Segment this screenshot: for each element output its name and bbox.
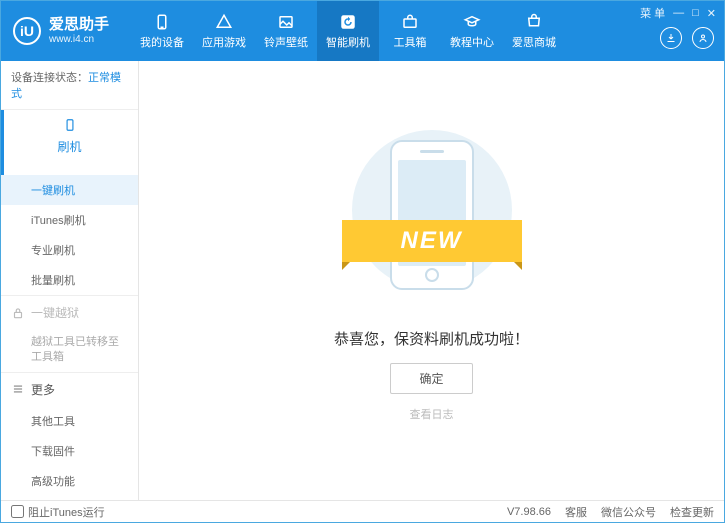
section-label: 一键越狱 bbox=[31, 304, 79, 321]
status-bar: 阻止iTunes运行 V7.98.66 客服 微信公众号 检查更新 bbox=[1, 500, 724, 522]
nav-tutorials[interactable]: 教程中心 bbox=[441, 1, 503, 61]
nav-toolbox[interactable]: 工具箱 bbox=[379, 1, 441, 61]
ok-button[interactable]: 确定 bbox=[390, 363, 472, 394]
nav-label: 我的设备 bbox=[140, 34, 184, 50]
sidebar-item-oneclick-flash[interactable]: 一键刷机 bbox=[1, 175, 138, 205]
sidebar-item-itunes-flash[interactable]: iTunes刷机 bbox=[1, 205, 138, 235]
phone-outline-icon bbox=[63, 118, 77, 132]
apps-icon bbox=[215, 13, 233, 31]
sidebar-item-batch-flash[interactable]: 批量刷机 bbox=[1, 265, 138, 295]
list-icon bbox=[11, 382, 25, 396]
sidebar-section-jailbreak[interactable]: 一键越狱 bbox=[1, 296, 138, 329]
nav-label: 教程中心 bbox=[450, 34, 494, 50]
jailbreak-note: 越狱工具已转移至工具箱 bbox=[1, 329, 138, 372]
support-link[interactable]: 客服 bbox=[565, 504, 587, 520]
sidebar-item-pro-flash[interactable]: 专业刷机 bbox=[1, 235, 138, 265]
success-illustration: NEW bbox=[352, 120, 512, 310]
checkbox-label: 阻止iTunes运行 bbox=[28, 504, 105, 520]
user-button[interactable] bbox=[692, 27, 714, 49]
section-label: 更多 bbox=[31, 381, 55, 398]
connection-status: 设备连接状态：正常模式 bbox=[1, 61, 138, 109]
header-actions bbox=[660, 27, 714, 49]
toolbox-icon bbox=[401, 13, 419, 31]
nav-label: 应用游戏 bbox=[202, 34, 246, 50]
check-update-link[interactable]: 检查更新 bbox=[670, 504, 714, 520]
nav-label: 智能刷机 bbox=[326, 34, 370, 50]
version-label: V7.98.66 bbox=[507, 506, 551, 518]
download-button[interactable] bbox=[660, 27, 682, 49]
logo-area: iU 爱思助手 www.i4.cn bbox=[1, 16, 121, 46]
wechat-link[interactable]: 微信公众号 bbox=[601, 504, 656, 520]
nav-label: 工具箱 bbox=[394, 34, 427, 50]
block-itunes-input[interactable] bbox=[11, 505, 24, 518]
cart-icon bbox=[525, 13, 543, 31]
menu-button[interactable]: 菜 单 bbox=[640, 5, 665, 21]
sidebar-item-download-fw[interactable]: 下载固件 bbox=[1, 436, 138, 466]
section-label: 刷机 bbox=[57, 138, 81, 155]
new-ribbon: NEW bbox=[342, 220, 522, 262]
view-log-link[interactable]: 查看日志 bbox=[410, 406, 454, 422]
sidebar-item-advanced[interactable]: 高级功能 bbox=[1, 466, 138, 496]
conn-label: 设备连接状态： bbox=[11, 72, 88, 84]
app-header: iU 爱思助手 www.i4.cn 我的设备 应用游戏 铃声壁纸 智能刷机 工具… bbox=[1, 1, 724, 61]
lock-icon bbox=[11, 306, 25, 320]
nav-label: 爱思商城 bbox=[512, 34, 556, 50]
nav-label: 铃声壁纸 bbox=[264, 34, 308, 50]
nav-store[interactable]: 爱思商城 bbox=[503, 1, 565, 61]
sidebar-section-flash[interactable]: 刷机 bbox=[1, 110, 138, 175]
window-controls: 菜 单 — □ ✕ bbox=[640, 5, 716, 21]
sidebar: 设备连接状态：正常模式 刷机 一键刷机 iTunes刷机 专业刷机 批量刷机 一… bbox=[1, 61, 139, 500]
graduation-icon bbox=[463, 13, 481, 31]
minimize-button[interactable]: — bbox=[673, 7, 684, 19]
nav-apps[interactable]: 应用游戏 bbox=[193, 1, 255, 61]
main-content: NEW 恭喜您，保资料刷机成功啦！ 确定 查看日志 bbox=[139, 61, 724, 500]
sidebar-section-more[interactable]: 更多 bbox=[1, 373, 138, 406]
app-url: www.i4.cn bbox=[49, 34, 109, 46]
top-nav: 我的设备 应用游戏 铃声壁纸 智能刷机 工具箱 教程中心 爱思商城 bbox=[131, 1, 565, 61]
download-icon bbox=[665, 32, 677, 44]
nav-my-device[interactable]: 我的设备 bbox=[131, 1, 193, 61]
phone-icon bbox=[153, 13, 171, 31]
app-title: 爱思助手 bbox=[49, 16, 109, 34]
refresh-icon bbox=[339, 13, 357, 31]
maximize-button[interactable]: □ bbox=[692, 7, 699, 19]
nav-flash[interactable]: 智能刷机 bbox=[317, 1, 379, 61]
success-message: 恭喜您，保资料刷机成功啦！ bbox=[334, 328, 529, 349]
nav-ringtones[interactable]: 铃声壁纸 bbox=[255, 1, 317, 61]
logo-icon: iU bbox=[13, 17, 41, 45]
close-button[interactable]: ✕ bbox=[707, 7, 716, 20]
user-icon bbox=[697, 32, 709, 44]
sidebar-item-other-tools[interactable]: 其他工具 bbox=[1, 406, 138, 436]
checkbox-block-itunes[interactable]: 阻止iTunes运行 bbox=[11, 504, 105, 520]
wallpaper-icon bbox=[277, 13, 295, 31]
